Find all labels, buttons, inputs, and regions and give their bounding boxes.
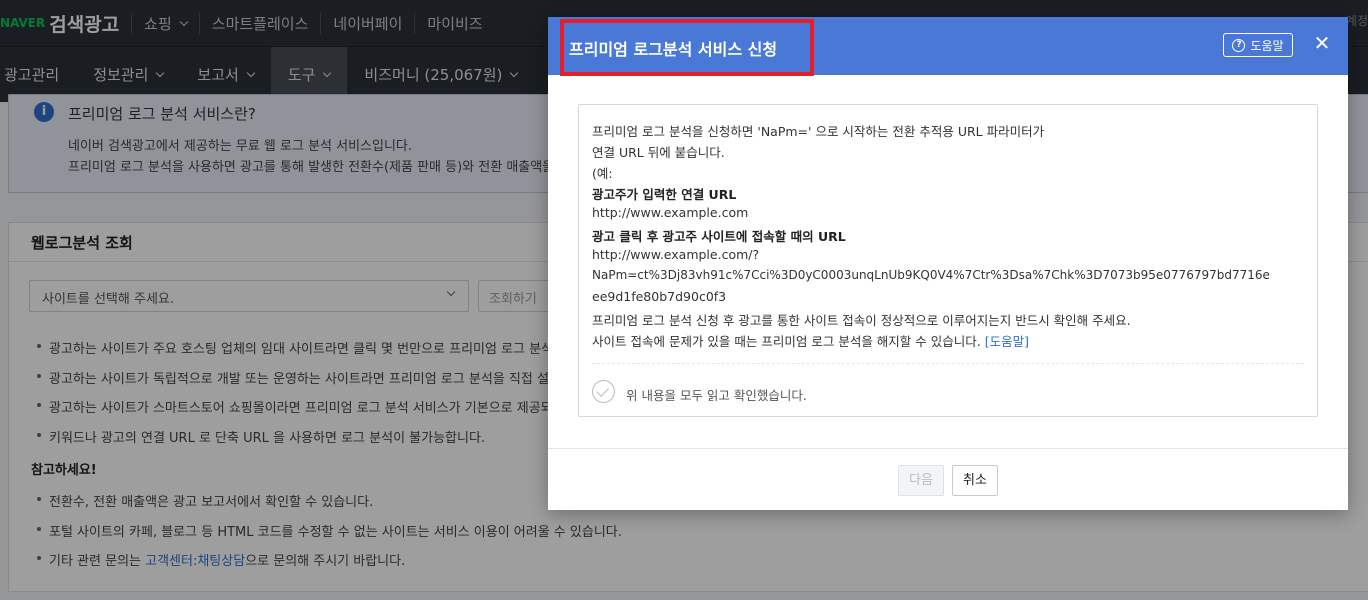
content-text: 프리미엄 로그 분석을 신청하면 'NaPm=' 으로 시작하는 전환 추적용 … <box>592 124 1045 139</box>
content-text: ee9d1fe80b7d90c0f3 <box>592 289 727 304</box>
divider <box>548 448 1348 449</box>
modal-header: 프리미엄 로그분석 서비스 신청 ? 도움말 ✕ <box>548 17 1348 76</box>
help-button[interactable]: ? 도움말 <box>1223 33 1293 57</box>
confirm-checkbox[interactable] <box>592 380 615 403</box>
content-text: (예: <box>592 166 613 181</box>
premium-log-modal: 프리미엄 로그분석 서비스 신청 ? 도움말 ✕ 프리미엄 로그 분석을 신청하… <box>548 17 1348 510</box>
content-text: NaPm=ct%3Dj83vh91c%7Cci%3D0yC0003unqLnUb… <box>592 268 1270 282</box>
close-icon[interactable]: ✕ <box>1313 33 1331 53</box>
cancel-button[interactable]: 취소 <box>952 465 998 496</box>
help-link[interactable]: [도움말] <box>985 334 1029 349</box>
question-icon: ? <box>1232 38 1246 52</box>
content-text: 프리미엄 로그 분석 신청 후 광고를 통한 사이트 접속이 정상적으로 이루어… <box>592 313 1131 328</box>
confirm-label[interactable]: 위 내용을 모두 읽고 확인했습니다. <box>626 385 807 404</box>
content-text: http://www.example.com/? <box>592 247 760 262</box>
content-text: 연결 URL 뒤에 붙습니다. <box>592 145 725 160</box>
content-text: 사이트 접속에 문제가 있을 때는 프리미엄 로그 분석을 해지할 수 있습니다… <box>592 334 1029 349</box>
content-text: http://www.example.com <box>592 205 749 220</box>
content-heading: 광고 클릭 후 광고주 사이트에 접속할 때의 URL <box>592 229 846 244</box>
divider <box>592 363 1304 364</box>
next-button[interactable]: 다음 <box>898 465 944 496</box>
content-heading: 광고주가 입력한 연결 URL <box>592 187 737 202</box>
terms-content-box: 프리미엄 로그 분석을 신청하면 'NaPm=' 으로 시작하는 전환 추적용 … <box>578 104 1318 417</box>
title-highlight-box <box>560 19 814 76</box>
